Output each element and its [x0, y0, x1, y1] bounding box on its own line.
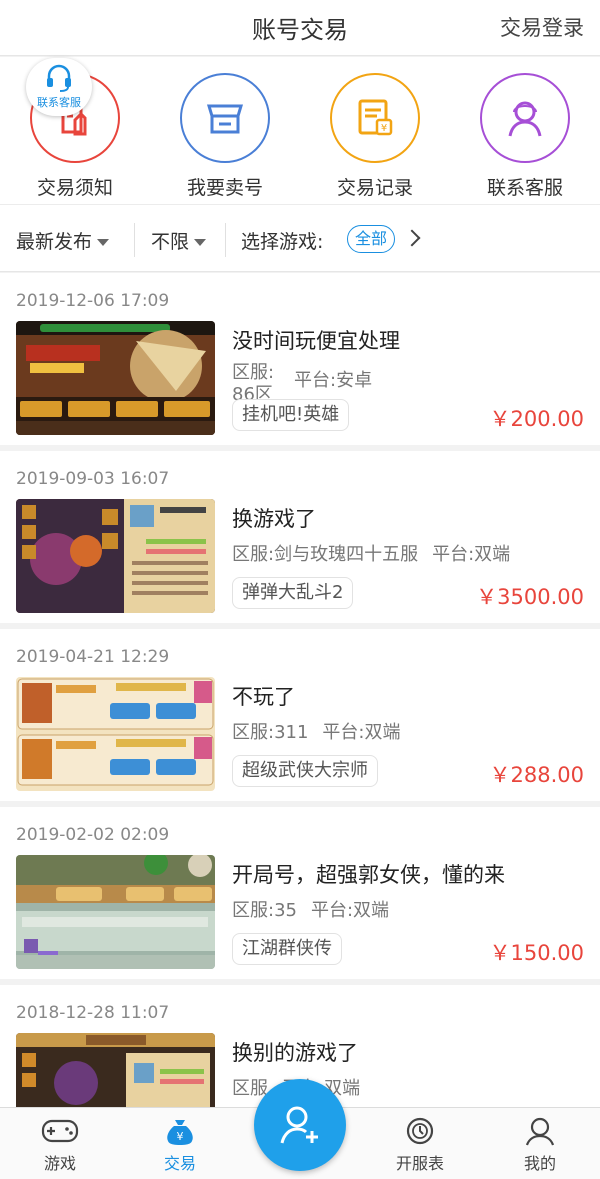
- svg-text:¥: ¥: [177, 1130, 184, 1143]
- tab-mine[interactable]: 我的: [480, 1116, 600, 1174]
- listing-zone: 区服: [232, 1078, 268, 1099]
- floating-support-badge[interactable]: 联系客服: [26, 58, 92, 116]
- floating-badge-label: 联系客服: [37, 96, 81, 109]
- shortcut-contact-support[interactable]: 联系客服: [450, 73, 600, 200]
- tab-trade[interactable]: ¥ 交易: [120, 1116, 240, 1174]
- top-header: 账号交易 交易登录: [0, 0, 600, 56]
- listing-date: 2019-02-02 02:09: [16, 825, 170, 845]
- listing-title: 开局号，超强郭女侠，懂的来: [232, 863, 505, 887]
- sort-label: 最新发布: [16, 231, 93, 253]
- listing-date: 2018-12-28 11:07: [16, 1003, 170, 1023]
- listing-thumbnail: [16, 1033, 215, 1115]
- shortcut-trade-record[interactable]: ¥ 交易记录: [300, 73, 450, 200]
- listing-thumbnail: [16, 321, 215, 435]
- zone-label: 区服:: [232, 362, 275, 383]
- shortcut-label: 联系客服: [486, 177, 563, 199]
- listing-platform: 平台:双端: [322, 722, 401, 743]
- caret-down-icon: [194, 239, 207, 246]
- tab-label: 交易: [163, 1154, 196, 1173]
- listing-date: 2019-12-06 17:09: [16, 291, 170, 311]
- listing-meta: 区服:35 平台:双端: [232, 896, 389, 922]
- listing-thumbnail: [16, 855, 215, 969]
- listing-price: ￥200.00: [489, 407, 584, 431]
- listing-platform: 平台:安卓: [294, 370, 373, 391]
- listing-item[interactable]: 2019-09-03 16:07 换游戏了 区服:剑与玫瑰四十五服 平台:双端 …: [0, 451, 600, 623]
- filter-bar: 最新发布 不限 选择游戏:: [0, 204, 600, 272]
- trade-login-link[interactable]: 交易登录: [500, 12, 584, 42]
- listing-platform: 平台:双端: [310, 900, 390, 921]
- listing-item[interactable]: 2019-12-06 17:09 没时间玩便宜处理 区服:86区 平台:安卓: [0, 273, 600, 445]
- svg-text:¥: ¥: [381, 123, 387, 134]
- server-clock-icon: [406, 1117, 434, 1145]
- tab-server-list[interactable]: 开服表: [360, 1116, 480, 1174]
- limit-label: 不限: [151, 231, 190, 253]
- game-filter-value[interactable]: 全部: [347, 225, 395, 253]
- listing-price: ￥288.00: [489, 763, 584, 787]
- listing-game-tag: 江湖群侠传: [232, 933, 342, 965]
- shortcut-sell-account[interactable]: 我要卖号: [150, 73, 300, 200]
- listing-zone: 区服:311: [232, 722, 309, 743]
- filter-divider: [134, 223, 135, 257]
- listing-game-tag: 超级武侠大宗师: [232, 755, 378, 787]
- listing-price: ￥3500.00: [476, 585, 584, 609]
- limit-dropdown[interactable]: 不限: [151, 227, 207, 254]
- gamepad-icon: [41, 1119, 79, 1143]
- tab-label: 我的: [523, 1154, 556, 1173]
- tab-games[interactable]: 游戏: [0, 1116, 120, 1174]
- money-bag-icon: ¥: [167, 1120, 193, 1145]
- listing-title: 换游戏了: [232, 507, 316, 531]
- listing-date: 2019-09-03 16:07: [16, 469, 170, 489]
- listing-meta: 区服:311 平台:双端: [232, 718, 401, 744]
- caret-down-icon: [97, 239, 110, 246]
- support-icon: [480, 73, 570, 163]
- listing-thumbnail: [16, 499, 215, 613]
- listing-title: 没时间玩便宜处理: [232, 329, 400, 353]
- listing-date: 2019-04-21 12:29: [16, 647, 170, 667]
- shortcut-label: 交易须知: [36, 177, 113, 199]
- sort-dropdown[interactable]: 最新发布: [16, 227, 110, 254]
- shortcut-label: 交易记录: [336, 177, 413, 199]
- listing-title: 换别的游戏了: [232, 1041, 358, 1065]
- record-icon: ¥: [330, 73, 420, 163]
- add-account-fab[interactable]: [254, 1079, 346, 1171]
- listing-zone: 区服:剑与玫瑰四十五服: [232, 544, 419, 565]
- tab-label: 游戏: [43, 1154, 76, 1173]
- listing-game-tag: 挂机吧!英雄: [232, 399, 350, 431]
- shortcut-label: 我要卖号: [186, 177, 263, 199]
- filter-divider: [225, 223, 226, 257]
- listing-title: 不玩了: [232, 685, 295, 709]
- add-user-icon: [280, 1106, 318, 1144]
- shop-icon: [180, 73, 270, 163]
- listing-thumbnail: [16, 677, 215, 791]
- listing-item[interactable]: 2019-02-02 02:09 开局号，超强郭女侠，懂的来 区服:35 平台:双…: [0, 807, 600, 979]
- tab-label: 开服表: [395, 1154, 444, 1173]
- listing-zone: 区服:35: [232, 900, 297, 921]
- listing-item[interactable]: 2019-04-21 12:29 不玩了 区服:311 平台:双端 超级武侠大宗…: [0, 629, 600, 801]
- listing-game-tag: 弹弹大乱斗2: [232, 577, 354, 609]
- user-icon: [525, 1117, 555, 1146]
- headset-icon: [47, 64, 71, 92]
- listing-platform: 平台:双端: [432, 544, 511, 565]
- listing-price: ￥150.00: [489, 941, 584, 965]
- game-filter-label: 选择游戏:: [241, 231, 324, 253]
- listing-meta: 区服:剑与玫瑰四十五服 平台:双端: [232, 540, 510, 566]
